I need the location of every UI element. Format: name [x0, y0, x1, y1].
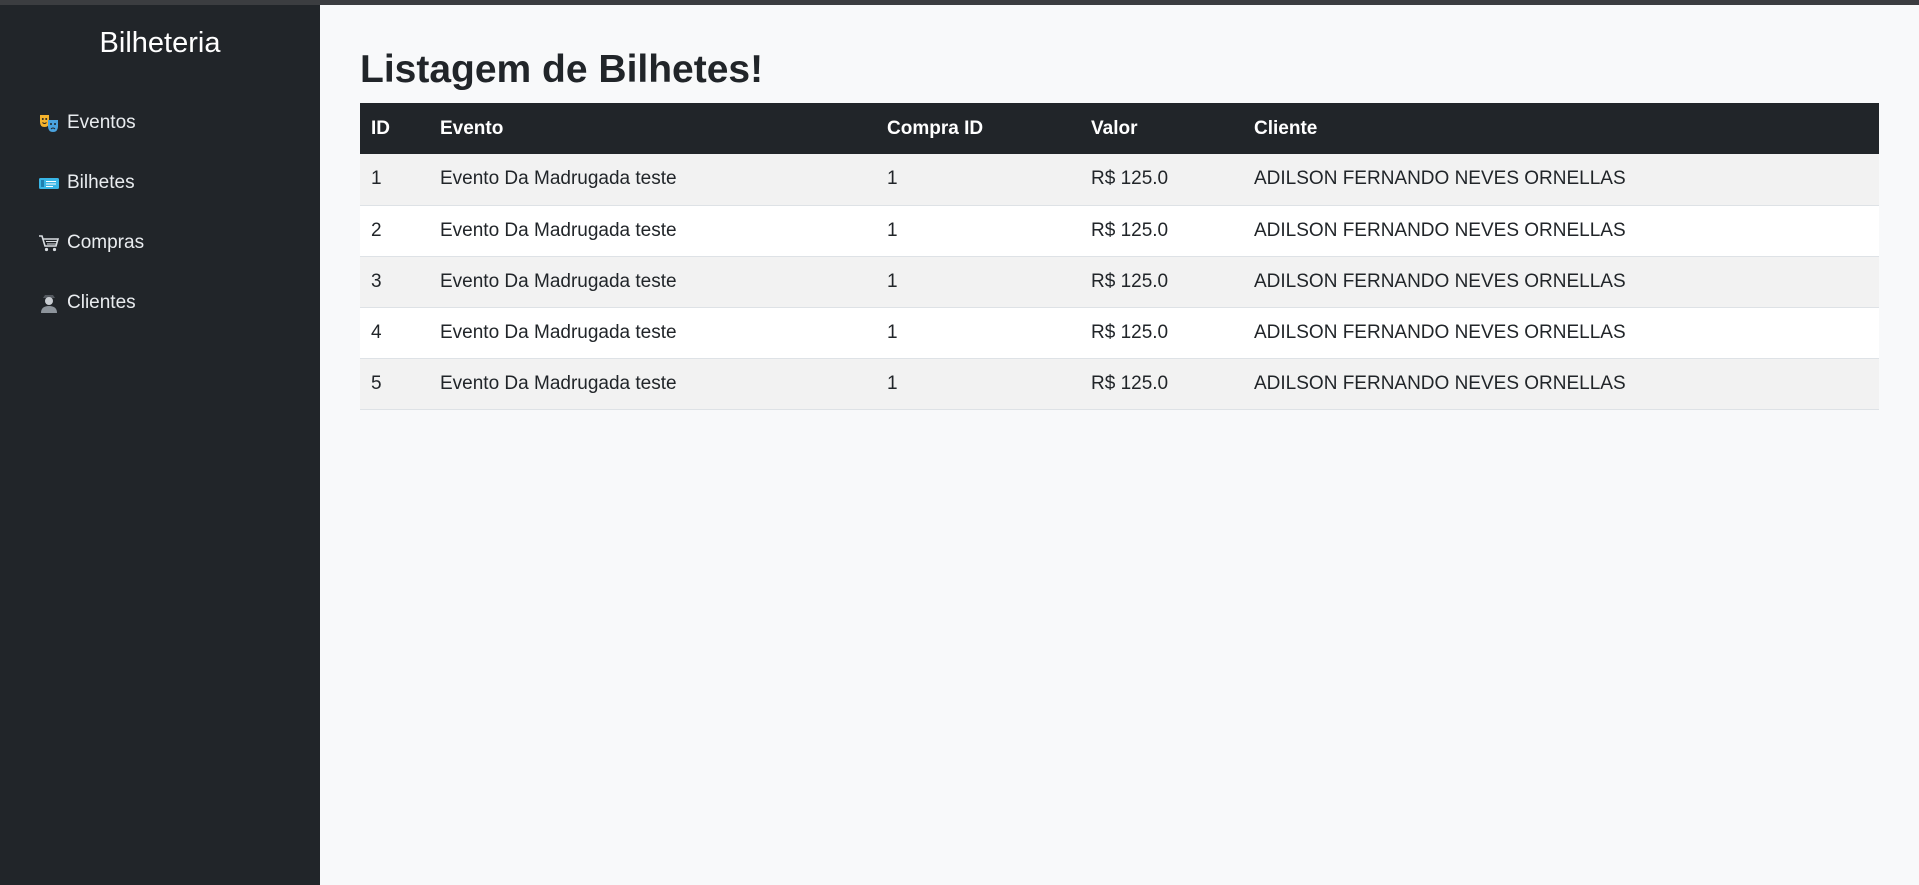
column-header-valor: Valor [1091, 117, 1138, 139]
table-row[interactable]: 4 Evento Da Madrugada teste 1 R$ 125.0 A… [360, 307, 1879, 358]
page-title: Listagem de Bilhetes! [360, 48, 764, 91]
main-content: Listagem de Bilhetes! ID Evento Compra I… [320, 5, 1919, 885]
table-row[interactable]: 5 Evento Da Madrugada teste 1 R$ 125.0 A… [360, 358, 1879, 409]
cell-evento: Evento Da Madrugada teste [440, 321, 677, 343]
table-row[interactable]: 2 Evento Da Madrugada teste 1 R$ 125.0 A… [360, 205, 1879, 256]
cell-valor: R$ 125.0 [1091, 168, 1169, 190]
cell-valor: R$ 125.0 [1091, 372, 1169, 394]
sidebar-item-eventos[interactable]: Eventos [38, 108, 144, 138]
sidebar-item-label: Clientes [67, 292, 136, 313]
table-header-row: ID Evento Compra ID Valor Cliente [360, 103, 1879, 154]
cell-compra-id: 1 [887, 321, 898, 343]
cell-compra-id: 1 [887, 372, 898, 394]
column-header-cliente: Cliente [1254, 117, 1318, 139]
table-header: ID Evento Compra ID Valor Cliente [360, 103, 1879, 154]
column-header-evento: Evento [440, 117, 504, 139]
tickets-table-wrapper: ID Evento Compra ID Valor Cliente 1 Even… [360, 103, 1879, 410]
ticket-icon [38, 172, 60, 194]
column-header-id: ID [371, 117, 390, 139]
cell-cliente: ADILSON FERNANDO NEVES ORNELLAS [1254, 168, 1626, 190]
column-header-compra-id: Compra ID [887, 117, 984, 139]
theater-masks-icon [38, 112, 60, 134]
cell-compra-id: 1 [887, 168, 898, 190]
cell-cliente: ADILSON FERNANDO NEVES ORNELLAS [1254, 321, 1626, 343]
cell-evento: Evento Da Madrugada teste [440, 219, 677, 241]
sidebar-item-clientes[interactable]: Clientes [38, 288, 144, 318]
cell-valor: R$ 125.0 [1091, 321, 1169, 343]
cell-id: 3 [371, 270, 382, 292]
cell-compra-id: 1 [887, 270, 898, 292]
sidebar-item-compras[interactable]: Compras [38, 228, 144, 258]
cell-id: 4 [371, 321, 382, 343]
cell-cliente: ADILSON FERNANDO NEVES ORNELLAS [1254, 219, 1626, 241]
cell-cliente: ADILSON FERNANDO NEVES ORNELLAS [1254, 270, 1626, 292]
cell-evento: Evento Da Madrugada teste [440, 270, 677, 292]
cell-compra-id: 1 [887, 219, 898, 241]
brand-title[interactable]: Bilheteria [0, 27, 320, 60]
table-row[interactable]: 1 Evento Da Madrugada teste 1 R$ 125.0 A… [360, 154, 1879, 205]
cell-valor: R$ 125.0 [1091, 219, 1169, 241]
tickets-table: ID Evento Compra ID Valor Cliente 1 Even… [360, 103, 1879, 410]
cell-cliente: ADILSON FERNANDO NEVES ORNELLAS [1254, 372, 1626, 394]
table-row[interactable]: 3 Evento Da Madrugada teste 1 R$ 125.0 A… [360, 256, 1879, 307]
sidebar: Bilheteria Eventos Bilhetes Compras Clie… [0, 5, 320, 885]
sidebar-item-label: Bilhetes [67, 172, 135, 193]
cell-id: 5 [371, 372, 382, 394]
cell-id: 1 [371, 168, 382, 190]
sidebar-nav: Eventos Bilhetes Compras Clientes [38, 108, 144, 348]
cell-evento: Evento Da Madrugada teste [440, 168, 677, 190]
cell-id: 2 [371, 219, 382, 241]
sidebar-item-label: Eventos [67, 112, 136, 133]
shopping-cart-icon [38, 232, 60, 254]
cell-evento: Evento Da Madrugada teste [440, 372, 677, 394]
user-icon [38, 292, 60, 314]
sidebar-item-label: Compras [67, 232, 145, 253]
cell-valor: R$ 125.0 [1091, 270, 1169, 292]
sidebar-item-bilhetes[interactable]: Bilhetes [38, 168, 144, 198]
table-body: 1 Evento Da Madrugada teste 1 R$ 125.0 A… [360, 154, 1879, 409]
